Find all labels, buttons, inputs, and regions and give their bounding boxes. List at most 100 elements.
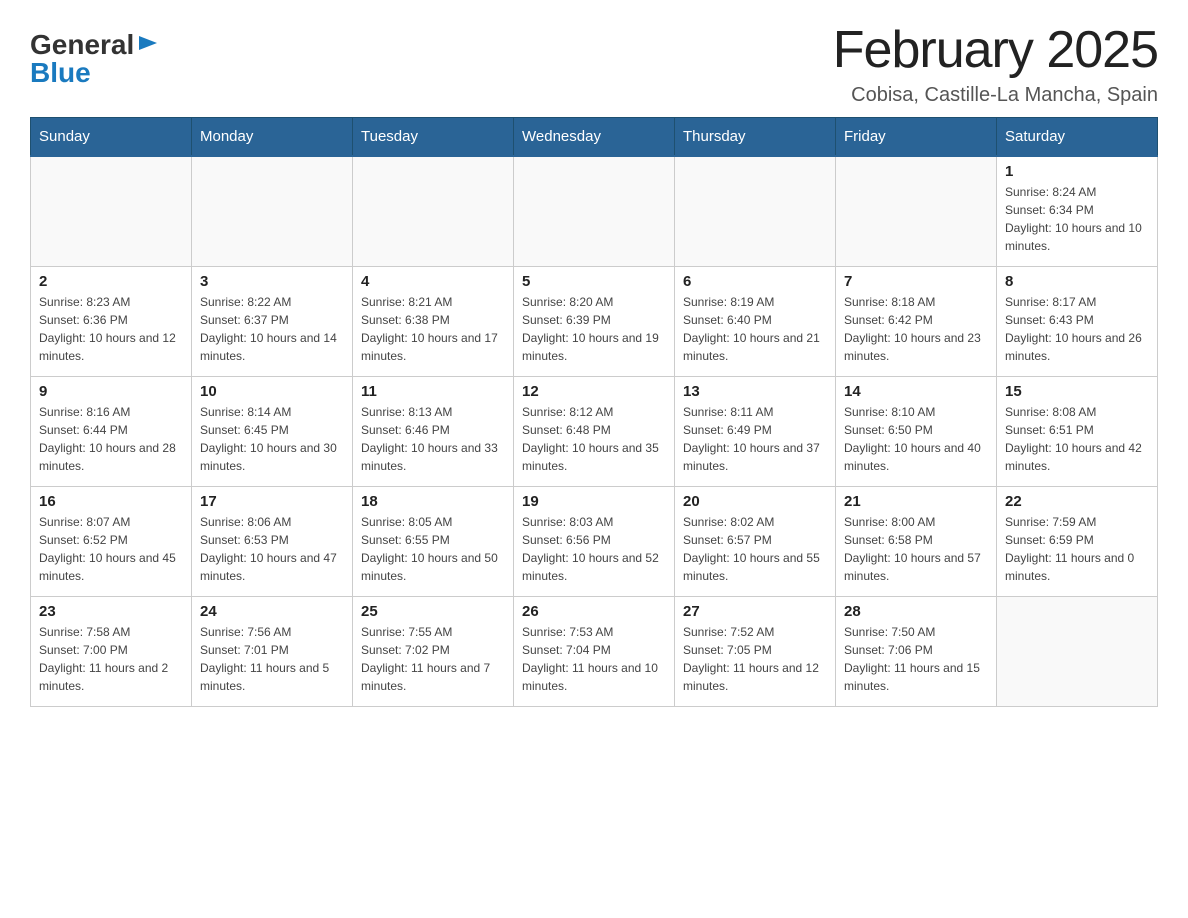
header-cell-tuesday: Tuesday xyxy=(353,118,514,157)
day-number: 7 xyxy=(844,273,988,290)
day-cell xyxy=(675,156,836,266)
day-number: 27 xyxy=(683,603,827,620)
day-cell: 9 Sunrise: 8:16 AMSunset: 6:44 PMDaylight… xyxy=(31,376,192,486)
header-cell-sunday: Sunday xyxy=(31,118,192,157)
day-cell: 21 Sunrise: 8:00 AMSunset: 6:58 PMDayligh… xyxy=(836,486,997,596)
day-cell xyxy=(997,596,1158,706)
day-cell: 27 Sunrise: 7:52 AMSunset: 7:05 PMDayligh… xyxy=(675,596,836,706)
day-info: Sunrise: 8:22 AMSunset: 6:37 PMDaylight:… xyxy=(200,293,344,365)
day-number: 10 xyxy=(200,383,344,400)
day-cell xyxy=(836,156,997,266)
day-cell: 28 Sunrise: 7:50 AMSunset: 7:06 PMDayligh… xyxy=(836,596,997,706)
day-cell xyxy=(353,156,514,266)
day-info: Sunrise: 7:56 AMSunset: 7:01 PMDaylight:… xyxy=(200,623,344,695)
day-cell xyxy=(192,156,353,266)
day-info: Sunrise: 8:21 AMSunset: 6:38 PMDaylight:… xyxy=(361,293,505,365)
day-info: Sunrise: 8:07 AMSunset: 6:52 PMDaylight:… xyxy=(39,513,183,585)
day-cell: 15Sunrise: 8:08 AMSunset: 6:51 PMDayligh… xyxy=(997,376,1158,486)
day-number: 21 xyxy=(844,493,988,510)
day-cell: 19 Sunrise: 8:03 AMSunset: 6:56 PMDayligh… xyxy=(514,486,675,596)
day-info: Sunrise: 8:12 AMSunset: 6:48 PMDaylight:… xyxy=(522,403,666,475)
day-info: Sunrise: 7:53 AMSunset: 7:04 PMDaylight:… xyxy=(522,623,666,695)
day-cell: 18 Sunrise: 8:05 AMSunset: 6:55 PMDayligh… xyxy=(353,486,514,596)
day-info: Sunrise: 7:52 AMSunset: 7:05 PMDaylight:… xyxy=(683,623,827,695)
header-cell-thursday: Thursday xyxy=(675,118,836,157)
day-number: 19 xyxy=(522,493,666,510)
day-cell: 23Sunrise: 7:58 AMSunset: 7:00 PMDayligh… xyxy=(31,596,192,706)
day-info: Sunrise: 8:06 AMSunset: 6:53 PMDaylight:… xyxy=(200,513,344,585)
day-number: 26 xyxy=(522,603,666,620)
day-number: 17 xyxy=(200,493,344,510)
day-number: 28 xyxy=(844,603,988,620)
day-info: Sunrise: 8:03 AMSunset: 6:56 PMDaylight:… xyxy=(522,513,666,585)
calendar-title: February 2025 xyxy=(833,20,1158,80)
day-info: Sunrise: 7:59 AMSunset: 6:59 PMDaylight:… xyxy=(1005,513,1149,585)
calendar-table: SundayMondayTuesdayWednesdayThursdayFrid… xyxy=(30,117,1158,707)
day-info: Sunrise: 8:16 AMSunset: 6:44 PMDaylight:… xyxy=(39,403,183,475)
calendar-subtitle: Cobisa, Castille-La Mancha, Spain xyxy=(833,84,1158,107)
day-cell: 8 Sunrise: 8:17 AMSunset: 6:43 PMDaylight… xyxy=(997,266,1158,376)
header-cell-saturday: Saturday xyxy=(997,118,1158,157)
logo-arrow-icon xyxy=(137,32,159,59)
day-cell: 1Sunrise: 8:24 AMSunset: 6:34 PMDaylight… xyxy=(997,156,1158,266)
day-number: 12 xyxy=(522,383,666,400)
header-cell-monday: Monday xyxy=(192,118,353,157)
header-cell-wednesday: Wednesday xyxy=(514,118,675,157)
day-cell: 3 Sunrise: 8:22 AMSunset: 6:37 PMDaylight… xyxy=(192,266,353,376)
day-number: 18 xyxy=(361,493,505,510)
day-cell: 13 Sunrise: 8:11 AMSunset: 6:49 PMDayligh… xyxy=(675,376,836,486)
day-info: Sunrise: 8:13 AMSunset: 6:46 PMDaylight:… xyxy=(361,403,505,475)
day-info: Sunrise: 8:24 AMSunset: 6:34 PMDaylight:… xyxy=(1005,183,1149,255)
logo-general: General xyxy=(30,31,134,59)
day-number: 4 xyxy=(361,273,505,290)
day-info: Sunrise: 8:00 AMSunset: 6:58 PMDaylight:… xyxy=(844,513,988,585)
day-info: Sunrise: 8:23 AMSunset: 6:36 PMDaylight:… xyxy=(39,293,183,365)
day-info: Sunrise: 8:14 AMSunset: 6:45 PMDaylight:… xyxy=(200,403,344,475)
day-info: Sunrise: 8:20 AMSunset: 6:39 PMDaylight:… xyxy=(522,293,666,365)
day-number: 11 xyxy=(361,383,505,400)
day-number: 16 xyxy=(39,493,183,510)
week-row-2: 2 Sunrise: 8:23 AMSunset: 6:36 PMDaylight… xyxy=(31,266,1158,376)
day-cell xyxy=(31,156,192,266)
day-info: Sunrise: 8:02 AMSunset: 6:57 PMDaylight:… xyxy=(683,513,827,585)
day-number: 6 xyxy=(683,273,827,290)
day-info: Sunrise: 7:55 AMSunset: 7:02 PMDaylight:… xyxy=(361,623,505,695)
day-cell: 6 Sunrise: 8:19 AMSunset: 6:40 PMDaylight… xyxy=(675,266,836,376)
day-number: 22 xyxy=(1005,493,1149,510)
header-cell-friday: Friday xyxy=(836,118,997,157)
day-info: Sunrise: 8:19 AMSunset: 6:40 PMDaylight:… xyxy=(683,293,827,365)
week-row-3: 9 Sunrise: 8:16 AMSunset: 6:44 PMDaylight… xyxy=(31,376,1158,486)
day-number: 25 xyxy=(361,603,505,620)
day-info: Sunrise: 8:10 AMSunset: 6:50 PMDaylight:… xyxy=(844,403,988,475)
week-row-4: 16 Sunrise: 8:07 AMSunset: 6:52 PMDayligh… xyxy=(31,486,1158,596)
week-row-1: 1Sunrise: 8:24 AMSunset: 6:34 PMDaylight… xyxy=(31,156,1158,266)
day-cell: 7Sunrise: 8:18 AMSunset: 6:42 PMDaylight… xyxy=(836,266,997,376)
day-info: Sunrise: 8:11 AMSunset: 6:49 PMDaylight:… xyxy=(683,403,827,475)
day-info: Sunrise: 8:05 AMSunset: 6:55 PMDaylight:… xyxy=(361,513,505,585)
day-cell: 25 Sunrise: 7:55 AMSunset: 7:02 PMDayligh… xyxy=(353,596,514,706)
day-number: 8 xyxy=(1005,273,1149,290)
day-number: 3 xyxy=(200,273,344,290)
day-info: Sunrise: 7:50 AMSunset: 7:06 PMDaylight:… xyxy=(844,623,988,695)
day-info: Sunrise: 8:17 AMSunset: 6:43 PMDaylight:… xyxy=(1005,293,1149,365)
header: General Blue February 2025 Cobisa, Casti… xyxy=(30,20,1158,107)
day-number: 20 xyxy=(683,493,827,510)
day-cell: 24Sunrise: 7:56 AMSunset: 7:01 PMDayligh… xyxy=(192,596,353,706)
day-cell: 4 Sunrise: 8:21 AMSunset: 6:38 PMDaylight… xyxy=(353,266,514,376)
day-info: Sunrise: 7:58 AMSunset: 7:00 PMDaylight:… xyxy=(39,623,183,695)
day-number: 2 xyxy=(39,273,183,290)
day-cell: 20 Sunrise: 8:02 AMSunset: 6:57 PMDayligh… xyxy=(675,486,836,596)
day-cell: 5 Sunrise: 8:20 AMSunset: 6:39 PMDaylight… xyxy=(514,266,675,376)
day-cell: 16 Sunrise: 8:07 AMSunset: 6:52 PMDayligh… xyxy=(31,486,192,596)
day-number: 9 xyxy=(39,383,183,400)
day-number: 5 xyxy=(522,273,666,290)
day-info: Sunrise: 8:08 AMSunset: 6:51 PMDaylight:… xyxy=(1005,403,1149,475)
header-row: SundayMondayTuesdayWednesdayThursdayFrid… xyxy=(31,118,1158,157)
day-number: 14 xyxy=(844,383,988,400)
day-number: 13 xyxy=(683,383,827,400)
logo: General Blue xyxy=(30,30,159,87)
day-cell: 12 Sunrise: 8:12 AMSunset: 6:48 PMDayligh… xyxy=(514,376,675,486)
logo-blue: Blue xyxy=(30,59,91,87)
day-cell: 11 Sunrise: 8:13 AMSunset: 6:46 PMDayligh… xyxy=(353,376,514,486)
day-cell: 22 Sunrise: 7:59 AMSunset: 6:59 PMDayligh… xyxy=(997,486,1158,596)
